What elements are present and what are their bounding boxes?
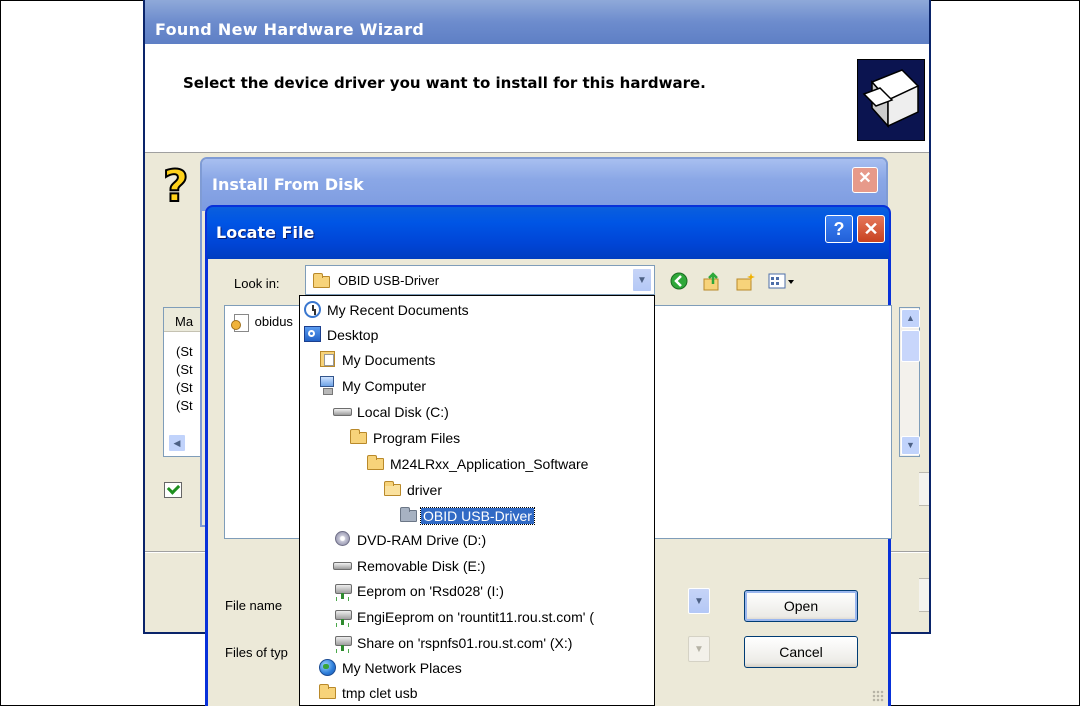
open-button[interactable]: Open [744, 590, 858, 622]
list-item[interactable]: (St [176, 380, 193, 395]
recent-documents-icon [303, 300, 322, 318]
new-folder-icon[interactable] [735, 272, 755, 292]
folder-icon [318, 683, 337, 701]
scroll-left-icon[interactable]: ◀ [168, 434, 186, 452]
files-of-type-dropdown-icon: ▼ [688, 636, 710, 662]
help-question-icon: ? [162, 161, 189, 212]
chevron-down-icon[interactable]: ▼ [632, 268, 652, 292]
setup-info-file-icon [231, 314, 251, 333]
model-list-scrollbar[interactable]: ▲ ▼ [899, 307, 920, 457]
list-item[interactable]: (St [176, 344, 193, 359]
file-name-dropdown-icon[interactable]: ▼ [688, 588, 710, 614]
up-folder-icon[interactable] [702, 272, 722, 292]
file-name-label: File name [225, 598, 283, 613]
look-in-label: Look in: [234, 276, 280, 291]
close-button[interactable]: ✕ [857, 215, 885, 243]
look-in-dropdown[interactable]: My Recent Documents Desktop My Documents… [299, 295, 655, 706]
folder-icon [349, 428, 368, 446]
list-item[interactable]: (St [176, 398, 193, 413]
list-item[interactable]: obidus [231, 314, 293, 333]
hard-drive-icon [333, 402, 352, 420]
list-item[interactable]: (St [176, 362, 193, 377]
hardware-install-icon [857, 59, 925, 141]
network-drive-icon [333, 581, 352, 599]
dvd-drive-icon [333, 530, 352, 548]
look-in-combo[interactable]: OBID USB-Driver ▼ [305, 265, 655, 295]
network-places-icon [318, 658, 337, 676]
cancel-button[interactable]: Cancel [744, 636, 858, 668]
wizard-header: Select the device driver you want to ins… [145, 44, 929, 153]
wizard-title-bar[interactable]: Found New Hardware Wizard [145, 0, 929, 44]
scroll-up-icon[interactable]: ▲ [901, 309, 920, 328]
folder-open-icon [312, 272, 331, 290]
removable-disk-icon [333, 556, 352, 574]
file-item-label: obidus [254, 314, 293, 329]
scroll-down-icon[interactable]: ▼ [901, 436, 920, 455]
network-drive-icon [333, 607, 352, 625]
folder-icon [366, 454, 385, 472]
view-menu-icon[interactable] [768, 272, 796, 292]
install-from-disk-title: Install From Disk [212, 175, 364, 194]
network-drive-icon [333, 633, 352, 651]
wizard-hidden-button[interactable] [919, 472, 929, 506]
locate-file-title: Locate File [216, 223, 315, 242]
resize-grip-icon[interactable] [872, 690, 884, 702]
desktop-icon [303, 325, 322, 343]
wizard-title: Found New Hardware Wizard [155, 20, 425, 39]
wizard-hidden-button[interactable] [919, 578, 929, 612]
folder-open-icon [399, 506, 418, 524]
back-icon[interactable] [669, 272, 689, 292]
signed-driver-icon [164, 482, 182, 498]
help-button[interactable]: ? [825, 215, 853, 243]
files-of-type-label: Files of typ [225, 645, 288, 660]
my-computer-icon [318, 376, 337, 395]
install-from-disk-close-button[interactable]: ✕ [852, 167, 878, 193]
locate-file-title-bar[interactable]: Locate File ? ✕ [207, 207, 889, 259]
wizard-heading: Select the device driver you want to ins… [183, 74, 706, 92]
scroll-thumb[interactable] [901, 330, 920, 362]
look-in-value: OBID USB-Driver [338, 273, 440, 288]
folder-icon [383, 480, 402, 498]
my-documents-icon [318, 350, 337, 368]
install-from-disk-title-bar[interactable]: Install From Disk ✕ [202, 159, 886, 211]
